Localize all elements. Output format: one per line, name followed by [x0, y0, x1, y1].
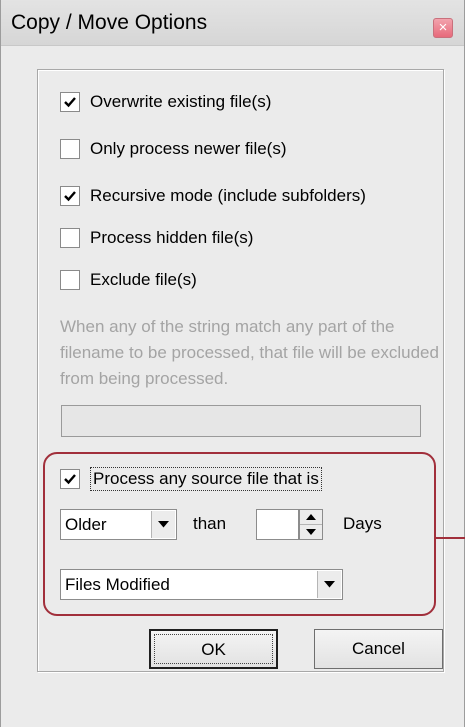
callout-line	[435, 537, 465, 539]
dialog-title: Copy / Move Options	[11, 11, 208, 34]
option-overwrite[interactable]: Overwrite existing file(s)	[60, 90, 271, 114]
option-age-filter[interactable]: Process any source file that is	[60, 467, 322, 491]
option-exclude[interactable]: Exclude file(s)	[60, 268, 197, 292]
chevron-down-icon	[306, 529, 316, 535]
age-filter-label: Process any source file that is	[90, 467, 322, 491]
spin-up-button[interactable]	[300, 510, 322, 525]
spin-down-button[interactable]	[300, 525, 322, 539]
chevron-down-icon	[324, 581, 335, 588]
option-only-newer[interactable]: Only process newer file(s)	[60, 137, 287, 161]
overwrite-label: Overwrite existing file(s)	[90, 92, 272, 111]
date-type-select[interactable]: Files Modified	[60, 569, 343, 600]
comparison-value: Older	[65, 515, 107, 534]
recursive-label: Recursive mode (include subfolders)	[90, 186, 366, 205]
option-recursive[interactable]: Recursive mode (include subfolders)	[60, 184, 366, 208]
age-filter-checkbox[interactable]	[60, 469, 80, 489]
days-spinner[interactable]	[299, 509, 323, 540]
chevron-up-icon	[306, 514, 316, 520]
exclude-description: When any of the string match any part of…	[60, 317, 439, 388]
copy-move-options-dialog: Copy / Move Options × Overwrite existing…	[0, 0, 465, 727]
ok-button-label: OK	[154, 634, 273, 664]
checkmark-icon	[64, 191, 76, 202]
dropdown-button[interactable]	[317, 571, 341, 598]
hidden-label: Process hidden file(s)	[90, 228, 254, 247]
than-label: than	[193, 514, 227, 533]
recursive-checkbox[interactable]	[60, 186, 80, 206]
hidden-checkbox[interactable]	[60, 228, 80, 248]
exclude-pattern-input[interactable]	[61, 405, 421, 437]
chevron-down-icon	[158, 521, 169, 528]
option-hidden[interactable]: Process hidden file(s)	[60, 226, 253, 250]
only-newer-label: Only process newer file(s)	[90, 139, 287, 158]
days-input[interactable]	[256, 509, 299, 540]
comparison-select[interactable]: Older	[60, 509, 177, 540]
close-icon[interactable]: ×	[433, 18, 453, 38]
date-type-value: Files Modified	[65, 575, 170, 594]
cancel-button[interactable]: Cancel	[314, 629, 443, 669]
title-bar[interactable]: Copy / Move Options ×	[1, 0, 464, 46]
only-newer-checkbox[interactable]	[60, 139, 80, 159]
exclude-label: Exclude file(s)	[90, 270, 197, 289]
checkmark-icon	[64, 97, 76, 108]
days-label: Days	[343, 514, 382, 533]
dropdown-button[interactable]	[151, 511, 175, 538]
checkmark-icon	[64, 474, 76, 485]
overwrite-checkbox[interactable]	[60, 92, 80, 112]
ok-button[interactable]: OK	[149, 629, 278, 669]
exclude-checkbox[interactable]	[60, 270, 80, 290]
